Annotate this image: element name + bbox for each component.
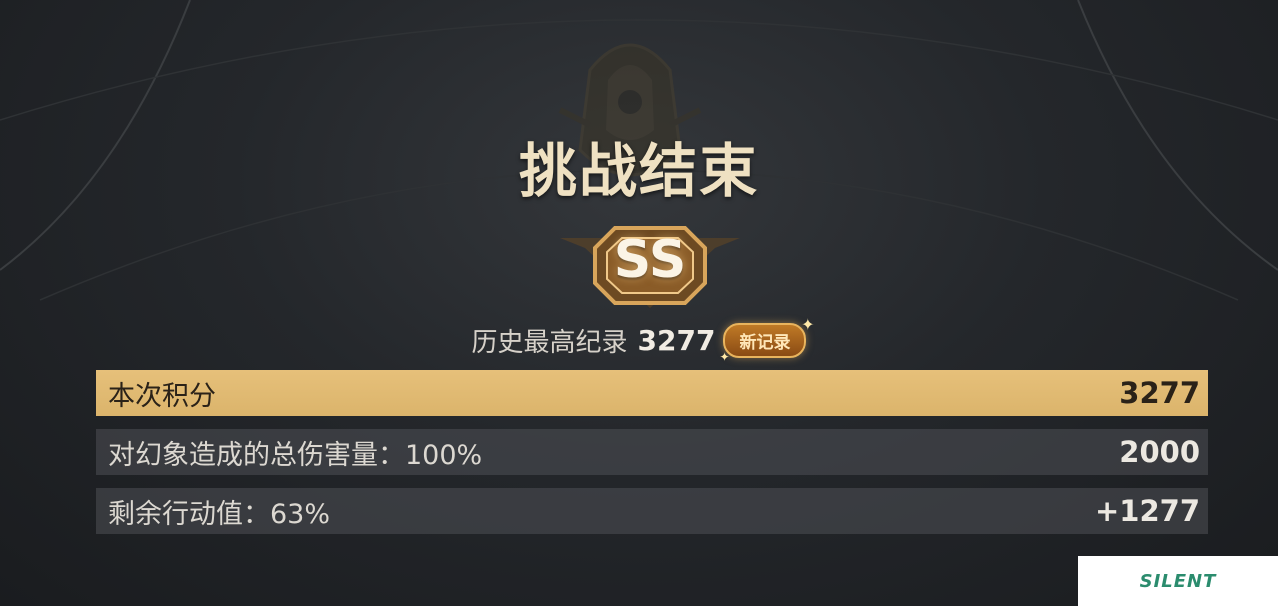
- watermark-logo: SILENT: [1078, 556, 1278, 606]
- sparkle-icon: ✦: [801, 315, 815, 334]
- score-row-label: 对幻象造成的总伤害量：100%: [108, 439, 483, 471]
- score-row-value: 2000: [1119, 435, 1200, 469]
- new-record-badge: 新记录 ✦ ✦: [719, 315, 814, 364]
- page-title: 挑战结束: [518, 137, 759, 205]
- record-value: 3277: [637, 324, 716, 357]
- sparkle-icon: ✦: [719, 350, 730, 364]
- score-table: 本次积分 3277 对幻象造成的总伤害量：100% 2000 剩余行动值：63%…: [96, 370, 1208, 547]
- score-row-label: 本次积分: [108, 380, 216, 412]
- rank-badge: SS: [555, 208, 745, 318]
- score-row-total: 本次积分 3277: [96, 370, 1208, 416]
- rank-grade: SS: [613, 230, 687, 290]
- score-row-value: +1277: [1094, 494, 1200, 528]
- score-row-action: 剩余行动值：63% +1277: [96, 488, 1208, 534]
- score-row-value: 3277: [1119, 376, 1200, 410]
- score-row-damage: 对幻象造成的总伤害量：100% 2000: [96, 429, 1208, 475]
- new-record-badge-label: 新记录: [739, 333, 791, 353]
- score-row-label: 剩余行动值：63%: [108, 498, 331, 530]
- record-label: 历史最高纪录: [471, 328, 628, 358]
- watermark-text: SILENT: [1139, 570, 1217, 592]
- history-record: 历史最高纪录 3277 新记录 ✦ ✦: [0, 315, 1278, 364]
